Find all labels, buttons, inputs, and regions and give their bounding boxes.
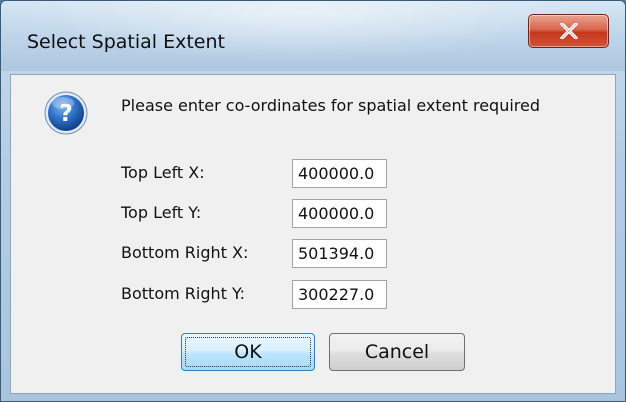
dialog-title: Select Spatial Extent: [27, 31, 225, 53]
top-left-x-field[interactable]: [292, 159, 387, 188]
bottom-right-x-label: Bottom Right X:: [121, 243, 249, 262]
bottom-right-y-label: Bottom Right Y:: [121, 284, 246, 303]
top-left-x-label: Top Left X:: [121, 163, 205, 182]
ok-button-label: OK: [234, 341, 262, 363]
title-bar[interactable]: Select Spatial Extent: [1, 1, 625, 71]
prompt-message: Please enter co-ordinates for spatial ex…: [121, 96, 541, 115]
top-left-y-field[interactable]: [292, 199, 387, 228]
bottom-right-x-field[interactable]: [292, 239, 387, 268]
close-icon: [559, 23, 578, 39]
svg-text:?: ?: [59, 101, 72, 127]
dialog-content: ? Please enter co-ordinates for spatial …: [10, 74, 616, 394]
top-left-y-label: Top Left Y:: [121, 203, 202, 222]
cancel-button[interactable]: Cancel: [329, 333, 465, 371]
select-spatial-extent-dialog: Select Spatial Extent ? Please enter co-…: [0, 0, 626, 402]
close-button[interactable]: [528, 14, 609, 48]
ok-button[interactable]: OK: [181, 333, 315, 371]
question-icon: ?: [44, 91, 88, 135]
bottom-right-y-field[interactable]: [292, 280, 387, 309]
